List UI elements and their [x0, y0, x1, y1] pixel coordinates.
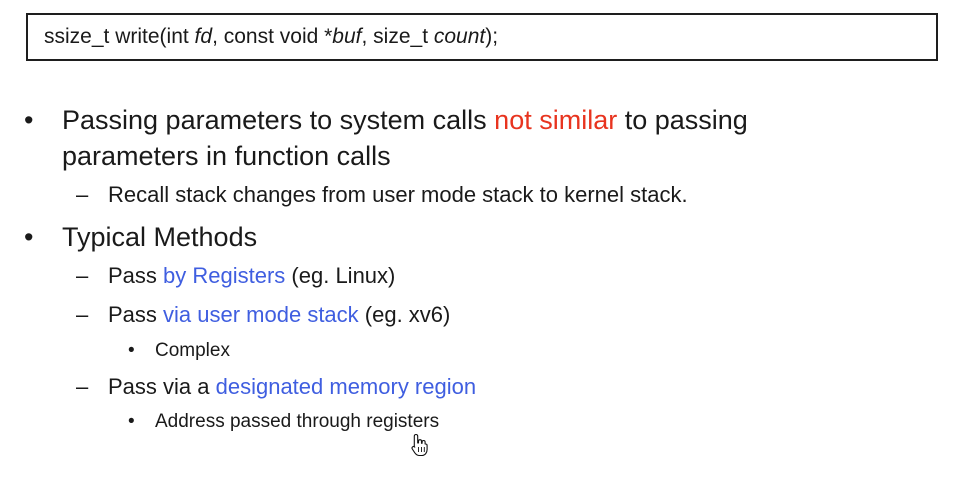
signature-arg-count: count: [433, 25, 486, 48]
dash-marker: –: [76, 374, 89, 399]
bullet-passing-parameters-line2: parameters in function calls: [62, 141, 391, 171]
signature-text-4: );: [485, 25, 499, 48]
bullet-passing-parameters-line1: Passing parameters to system calls not s…: [62, 103, 748, 137]
highlight-user-mode-stack: via user mode stack: [163, 302, 359, 327]
signature-arg-buf: buf: [332, 25, 362, 48]
dash-marker: –: [76, 302, 89, 327]
sub-item-text: (eg. Linux): [285, 263, 396, 288]
highlight-by-registers: by Registers: [163, 263, 286, 288]
highlight-not-similar: not similar: [494, 105, 618, 135]
sub-item-text: Pass via a: [108, 374, 216, 399]
sub-item-text: (eg. xv6): [358, 302, 451, 327]
sub-bullet-marker: •: [128, 411, 135, 432]
function-signature-box: ssize_t write(int fd, const void *buf, s…: [26, 13, 938, 61]
sub-item-recall-stack: Recall stack changes from user mode stac…: [108, 182, 688, 207]
bullet-text: Passing parameters to system calls: [62, 105, 495, 135]
signature-text-1: ssize_t write(int: [44, 25, 195, 48]
bullet-marker: •: [24, 222, 34, 252]
bullet-typical-methods: Typical Methods: [62, 222, 258, 252]
signature-arg-fd: fd: [194, 25, 213, 48]
signature-text-2: , const void *: [212, 25, 333, 48]
dash-marker: –: [76, 182, 89, 207]
sub-sub-item-complex: Complex: [155, 340, 230, 361]
sub-item-memory-region: Pass via a designated memory region: [108, 373, 476, 401]
sub-item-user-mode-stack: Pass via user mode stack (eg. xv6): [108, 301, 450, 329]
sub-item-text: Pass: [108, 302, 164, 327]
sub-item-text: Pass: [108, 263, 164, 288]
signature-text-3: , size_t: [361, 25, 434, 48]
highlight-memory-region: designated memory region: [215, 374, 477, 399]
sub-item-by-registers: Pass by Registers (eg. Linux): [108, 262, 395, 290]
bullet-text: to passing: [617, 105, 748, 135]
sub-bullet-marker: •: [128, 340, 135, 361]
sub-sub-item-address-registers: Address passed through registers: [155, 411, 440, 432]
dash-marker: –: [76, 263, 89, 288]
hand-pointer-icon: [410, 433, 430, 457]
bullet-marker: •: [24, 105, 34, 135]
